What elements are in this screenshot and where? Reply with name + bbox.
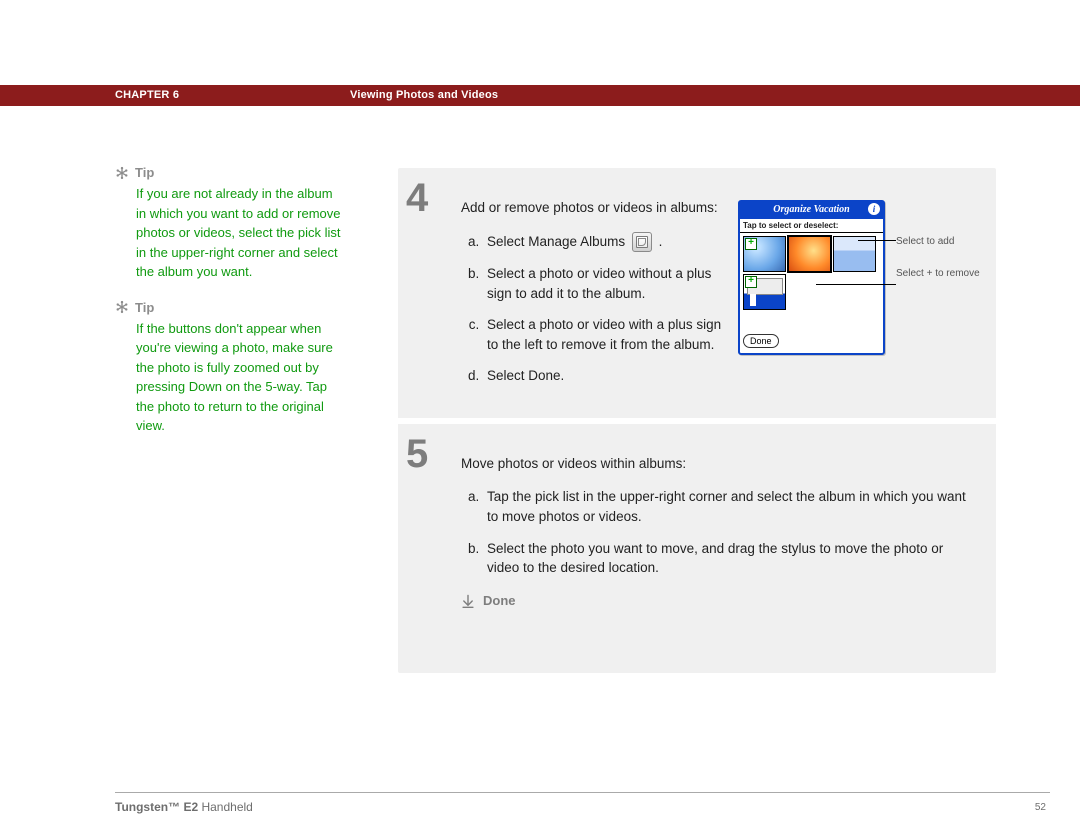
callout-select-to-add: Select to add [896, 236, 986, 248]
page-number: 52 [1035, 802, 1046, 813]
palm-hint: Tap to select or deselect: [740, 219, 883, 234]
chapter-title: Viewing Photos and Videos [350, 89, 498, 101]
callout-select-to-remove: Select + to remove [896, 268, 986, 280]
step-4: 4 Add or remove photos or videos in albu… [398, 168, 996, 418]
palm-title-text: Organize Vacation [773, 204, 849, 215]
footer-product-rest: Handheld [198, 800, 253, 814]
step-number: 5 [406, 424, 461, 631]
chapter-label: CHAPTER 6 [115, 89, 179, 101]
plus-badge-icon: + [745, 276, 757, 288]
substep-b: Select a photo or video without a plus s… [483, 264, 724, 303]
tip-block: Tip If you are not already in the album … [115, 165, 360, 282]
tip-heading: Tip [115, 165, 360, 180]
tip-heading: Tip [115, 300, 360, 315]
plus-badge-icon: + [745, 238, 757, 250]
callout-line [816, 284, 896, 285]
photo-thumbnail[interactable]: + [743, 274, 786, 310]
palm-titlebar: Organize Vacation i [740, 202, 883, 219]
tip-body: If you are not already in the album in w… [115, 184, 346, 282]
photo-thumbnail[interactable]: + [743, 236, 786, 272]
step-5: 5 Move photos or videos within albums: T… [398, 418, 996, 631]
instruction-panel: 4 Add or remove photos or videos in albu… [398, 168, 996, 673]
tip-body: If the buttons don't appear when you're … [115, 319, 346, 436]
down-arrow-icon [461, 594, 475, 608]
substep-c: Select a photo or video with a plus sign… [483, 315, 724, 354]
footer-product: Tungsten™ E2 Handheld [115, 800, 253, 814]
callout-line [858, 240, 896, 241]
photo-thumbnail[interactable] [788, 236, 831, 272]
chapter-header-bar: CHAPTER 6 Viewing Photos and Videos [0, 85, 1080, 106]
tip-label: Tip [135, 300, 154, 315]
info-icon: i [868, 203, 880, 215]
figure-callouts: Select to add Select + to remove [896, 236, 986, 280]
asterisk-icon [115, 166, 129, 180]
palm-done-button[interactable]: Done [743, 334, 779, 348]
palm-organize-window: Organize Vacation i Tap to select or des… [738, 200, 885, 355]
palm-screenshot-figure: Organize Vacation i Tap to select or des… [738, 198, 988, 398]
step-lead: Add or remove photos or videos in albums… [461, 198, 724, 218]
tip-label: Tip [135, 165, 154, 180]
done-marker: Done [461, 592, 978, 611]
done-label: Done [483, 592, 516, 611]
palm-thumbnail-grid: + + [740, 233, 883, 327]
substep-a-prefix: Select Manage Albums [487, 234, 625, 249]
step-lead: Move photos or videos within albums: [461, 454, 978, 474]
footer-product-name: Tungsten™ E2 [115, 800, 198, 814]
step-number: 4 [406, 168, 461, 418]
tip-block: Tip If the buttons don't appear when you… [115, 300, 360, 436]
substep-a: Select Manage Albums . [483, 232, 724, 252]
substep-a-suffix: . [659, 234, 663, 249]
manage-albums-icon [632, 232, 652, 252]
substep-a: Tap the pick list in the upper-right cor… [483, 487, 978, 526]
substep-b: Select the photo you want to move, and d… [483, 539, 978, 578]
step-body: Add or remove photos or videos in albums… [461, 168, 988, 418]
photo-thumbnail[interactable] [833, 236, 876, 272]
step-body: Move photos or videos within albums: Tap… [461, 424, 978, 631]
tips-sidebar: Tip If you are not already in the album … [115, 165, 360, 454]
footer-rule [115, 792, 1050, 793]
substep-d: Select Done. [483, 366, 724, 386]
asterisk-icon [115, 300, 129, 314]
